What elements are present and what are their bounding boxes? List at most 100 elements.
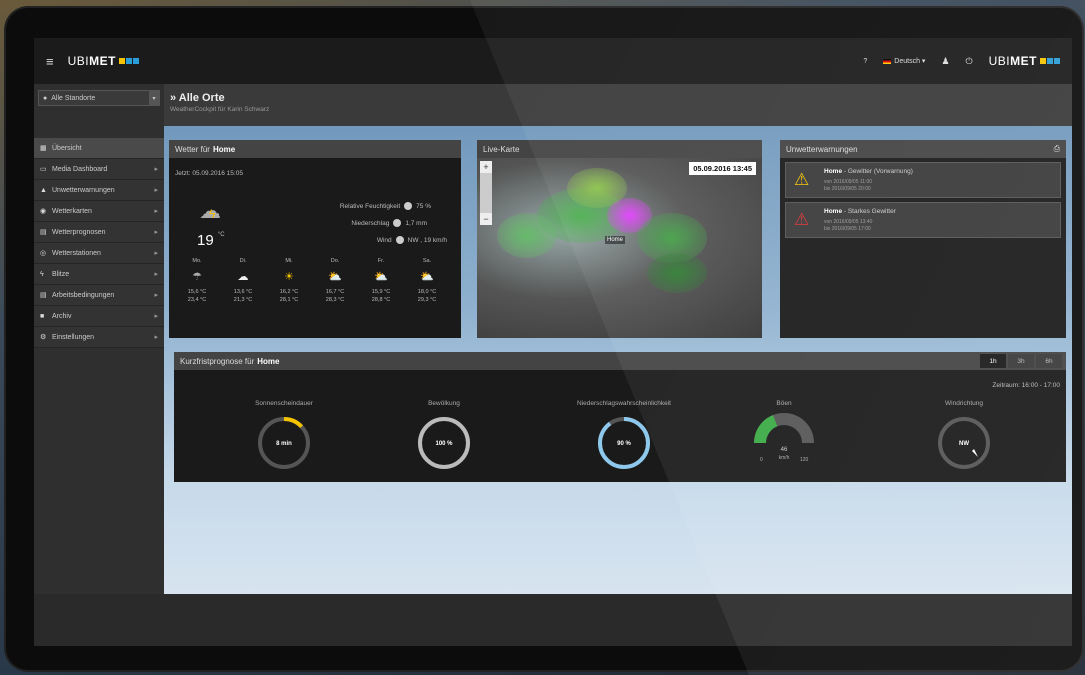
language-select[interactable]: Deutsch ▾ — [883, 57, 925, 65]
warning-item[interactable]: ⚠ Home - Starkes Gewitter von 2016/09/05… — [785, 202, 1061, 238]
tab-3h[interactable]: 3h — [1008, 354, 1034, 368]
chevron-down-icon: ▾ — [149, 91, 159, 105]
chevron-right-icon: ▸ — [154, 250, 158, 257]
chevron-right-icon: ▸ — [154, 229, 158, 236]
forecast-min-temp: 13,6 °C — [233, 289, 253, 295]
sidebar-item-label: Wetterkarten — [52, 207, 92, 215]
sidebar-item-archiv[interactable]: ■ Archiv ▸ — [34, 306, 164, 327]
flag-icon — [883, 58, 892, 64]
sidebar-item-wetterprognosen[interactable]: ▤ Wetterprognosen ▸ — [34, 222, 164, 243]
logo-square-icon — [1047, 58, 1053, 64]
gauge-value: 8 min — [276, 441, 292, 447]
logo: UBI MET — [68, 54, 139, 68]
app-screen: ≡ UBI MET ? Deutsch ▾ ♟ ⏻ UBI MET ● Alle S… — [34, 38, 1072, 646]
zoom-slider[interactable] — [480, 173, 492, 213]
menu-icon[interactable]: ≡ — [46, 54, 54, 69]
sidebar-item-arbeitsbedingungen[interactable]: ▤ Arbeitsbedingungen ▸ — [34, 285, 164, 306]
partly-cloudy-icon: ⛅ — [420, 271, 434, 283]
forecast-day-label: Sa. — [422, 258, 432, 264]
sidebar-item-wetterstationen[interactable]: ◎ Wetterstationen ▸ — [34, 243, 164, 264]
main-content: » Alle Orte WeatherCockpit für Karin Sch… — [164, 84, 1072, 646]
forecast-day: Mo. ☂ 15,6 °C 23,4 °C — [177, 258, 217, 304]
forecast-day-label: Fr. — [377, 258, 385, 264]
page-subtitle: WeatherCockpit für Karin Schwarz — [170, 106, 270, 113]
gauge-chart: 46 km/h 0 120 — [754, 413, 814, 463]
sidebar-item-label: Media Dashboard — [52, 165, 108, 173]
gauge-chart: 8 min — [258, 417, 310, 469]
gauge-chart: 100 % — [418, 417, 470, 469]
warning-item[interactable]: ⚠ Home - Gewitter (Vorwarnung) von 2016/… — [785, 162, 1061, 198]
gauge-chart: 90 % — [598, 417, 650, 469]
gauge-label: Bewölkung — [428, 400, 460, 407]
radar-echo — [647, 253, 707, 293]
gauge-0: Sonnenscheindauer 8 min — [214, 400, 354, 473]
location-pin-icon: ● — [43, 94, 48, 102]
sidebar-item-unwetterwarnungen[interactable]: ▲ Unwetterwarnungen ▸ — [34, 180, 164, 201]
tab-1h[interactable]: 1h — [980, 354, 1006, 368]
warning-text: - Starkes Gewitter — [842, 208, 896, 215]
gauge-value: 100 % — [435, 441, 453, 447]
gauge-chart: NW — [938, 417, 990, 469]
chevron-right-icon: ▸ — [154, 271, 158, 278]
weather-panel-header: Wetter für Home — [169, 140, 461, 158]
forecast-max-temp: 29,3 °C — [417, 297, 437, 303]
snow-cloud-icon: ☁ — [237, 271, 249, 283]
forecast-min-temp: 16,7 °C — [325, 289, 345, 295]
warnings-panel-header: Unwetterwarnungen ⎙ — [780, 140, 1066, 158]
humidity-label: Relative Feuchtigkeit — [339, 202, 401, 210]
archive-icon: ■ — [40, 312, 45, 320]
zoom-out-button[interactable]: − — [480, 213, 492, 225]
forecast-max-temp: 28,3 °C — [325, 297, 345, 303]
chevron-right-icon: ▸ — [154, 334, 158, 341]
sidebar-item-blitze[interactable]: ϟ Blitze ▸ — [34, 264, 164, 285]
station-icon: ◎ — [40, 250, 47, 257]
forecast-day-label: Di. — [239, 258, 247, 264]
sun-icon: ☀ — [284, 271, 294, 283]
warnings-list: ⚠ Home - Gewitter (Vorwarnung) von 2016/… — [780, 162, 1066, 238]
sidebar-item-media-dashboard[interactable]: ▭ Media Dashboard ▸ — [34, 159, 164, 180]
warning-icon: ▲ — [40, 186, 47, 194]
wind-icon — [395, 236, 404, 244]
humidity-icon — [404, 202, 413, 210]
page-header: » Alle Orte WeatherCockpit für Karin Sch… — [164, 84, 1072, 126]
radar-echo — [497, 213, 557, 258]
logo-square-icon — [1054, 58, 1060, 64]
precip-label: Niederschlag — [351, 219, 390, 227]
tab-6h[interactable]: 6h — [1036, 354, 1062, 368]
sidebar: ● Alle Standorte ▾ ▦ Übersicht ▭ Media Dash… — [34, 84, 164, 646]
power-icon[interactable]: ⏻ — [966, 56, 973, 67]
warning-triangle-icon: ⚠ — [794, 170, 810, 189]
sidebar-item-einstellungen[interactable]: ⚙ Einstellungen ▸ — [34, 327, 164, 348]
warning-location: Home — [824, 168, 843, 175]
chevron-right-icon: ▸ — [154, 208, 158, 215]
forecast-day: Fr. ⛅ 15,9 °C 28,8 °C — [361, 258, 401, 304]
weekly-forecast: Mo. ☂ 15,6 °C 23,4 °C Di. ☁ 13,6 °C 21,3 … — [177, 258, 447, 304]
sidebar-nav: ▦ Übersicht ▭ Media Dashboard ▸ ▲ Unwetterwarn… — [34, 138, 164, 348]
forecast-min-temp: 16,2 °C — [279, 289, 299, 295]
gauge-fill — [754, 415, 778, 444]
zoom-in-button[interactable]: + — [480, 161, 492, 173]
forecast-min-temp: 15,9 °C — [371, 289, 391, 295]
help-button[interactable]: ? — [863, 58, 867, 65]
user-icon[interactable]: ♟ — [941, 56, 949, 67]
location-select[interactable]: ● Alle Standorte ▾ — [38, 90, 160, 106]
chevron-right-icon: ▸ — [154, 166, 158, 173]
warnings-panel: Unwetterwarnungen ⎙ ⚠ Home - Gewitter (V… — [780, 140, 1066, 338]
radar-map[interactable]: + − 05.09.2016 13:45 Home — [477, 158, 762, 338]
current-temperature: 19 °C — [197, 232, 225, 249]
print-icon[interactable]: ⎙ — [1054, 144, 1060, 154]
sidebar-item-wetterkarten[interactable]: ◉ Wetterkarten ▸ — [34, 201, 164, 222]
precip-icon — [393, 219, 402, 227]
humidity-row: Relative Feuchtigkeit 75 % — [340, 202, 431, 210]
sidebar-item--bersicht[interactable]: ▦ Übersicht — [34, 138, 164, 159]
map-zoom-control: + − — [480, 161, 492, 225]
map-home-marker[interactable]: Home — [605, 236, 626, 244]
nowcast-tabs: 1h 3h 6h — [980, 354, 1062, 368]
sidebar-item-label: Wetterprognosen — [52, 228, 106, 236]
partly-cloudy-icon: ⛅ — [328, 271, 342, 283]
gauge-max: 120 — [800, 457, 809, 463]
gauge-min: 0 — [760, 457, 763, 463]
settings-icon: ⚙ — [40, 334, 47, 341]
sidebar-item-label: Blitze — [52, 270, 70, 278]
logo-text-suffix: MET — [89, 54, 116, 68]
